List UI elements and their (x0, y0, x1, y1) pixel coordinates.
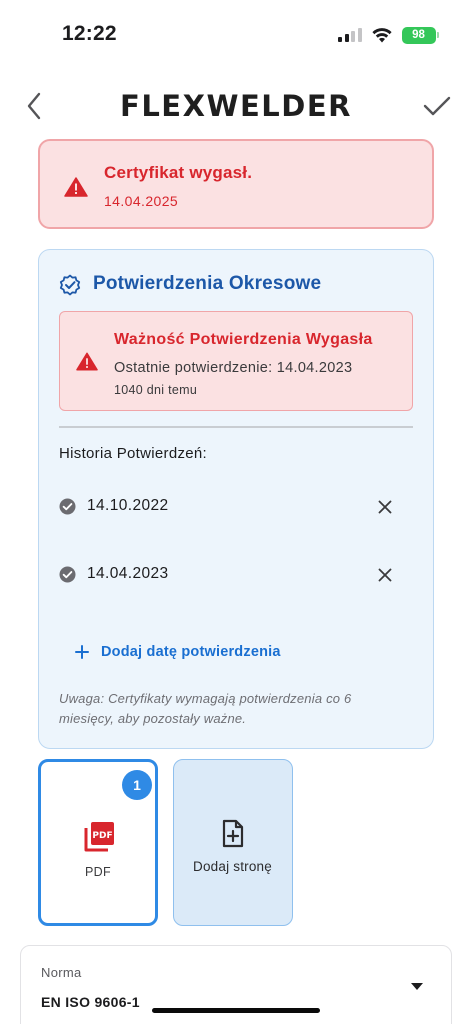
history-row: 14.04.2023 (59, 557, 413, 593)
page-count-badge: 1 (122, 770, 152, 800)
pdf-page-tile[interactable]: 1 PDF PDF (38, 759, 158, 926)
validity-expired-alert: Ważność Potwierdzenia Wygasła Ostatnie p… (59, 311, 413, 411)
norma-label: Norma (41, 965, 82, 980)
warning-triangle-icon (76, 352, 98, 371)
caret-down-icon (411, 983, 423, 990)
close-icon (378, 568, 392, 582)
norma-value: EN ISO 9606-1 (41, 994, 140, 1010)
history-date: 14.10.2022 (87, 497, 169, 514)
add-page-label: Dodaj stronę (193, 859, 272, 874)
history-date: 14.04.2023 (87, 565, 169, 582)
certificate-expired-alert: Certyfikat wygasł. 14.04.2025 (38, 139, 434, 229)
check-circle-icon (59, 566, 76, 583)
divider (59, 426, 413, 428)
check-circle-icon (59, 498, 76, 515)
periodic-confirmations-panel: Potwierdzenia Okresowe Ważność Potwierdz… (38, 249, 434, 749)
chevron-left-icon (27, 92, 41, 120)
days-ago-text: 1040 dni temu (114, 383, 198, 397)
remove-date-button[interactable] (373, 495, 397, 519)
history-label: Historia Potwierdzeń: (59, 445, 208, 462)
last-confirmation-text: Ostatnie potwierdzenie: 14.04.2023 (114, 360, 353, 376)
history-row: 14.10.2022 (59, 489, 413, 525)
battery-icon: 98 (401, 26, 439, 44)
certificate-expired-title: Certyfikat wygasł. (104, 163, 253, 182)
status-bar: 12:22 98 (0, 0, 472, 70)
battery-level: 98 (412, 29, 425, 41)
periodic-confirmations-title: Potwierdzenia Okresowe (93, 273, 322, 294)
validity-expired-title: Ważność Potwierdzenia Wygasła (114, 331, 373, 348)
pdf-tile-label: PDF (85, 865, 111, 879)
plus-icon (75, 645, 89, 659)
app-logo: FLEXWELDER (120, 89, 352, 123)
svg-text:PDF: PDF (92, 831, 112, 841)
add-confirmation-date-button[interactable]: Dodaj datę potwierdzenia (75, 640, 281, 664)
status-time: 12:22 (62, 22, 117, 45)
close-icon (378, 500, 392, 514)
confirmation-note: Uwaga: Certyfikaty wymagają potwierdzeni… (59, 691, 352, 726)
nav-bar: FLEXWELDER (0, 80, 472, 132)
add-confirmation-date-label: Dodaj datę potwierdzenia (101, 644, 281, 660)
warning-triangle-icon (64, 177, 88, 197)
verified-badge-icon (59, 274, 81, 296)
add-page-icon (222, 819, 244, 848)
cellular-signal-icon (338, 28, 362, 42)
home-indicator[interactable] (152, 1008, 320, 1013)
confirm-button[interactable] (420, 88, 454, 124)
wifi-icon (371, 28, 392, 43)
status-icons: 98 (338, 25, 439, 45)
back-button[interactable] (20, 88, 48, 124)
checkmark-icon (423, 96, 451, 116)
add-page-tile[interactable]: Dodaj stronę (173, 759, 293, 926)
pdf-file-icon: PDF (84, 822, 114, 852)
certificate-expiry-date: 14.04.2025 (104, 193, 179, 209)
remove-date-button[interactable] (373, 563, 397, 587)
